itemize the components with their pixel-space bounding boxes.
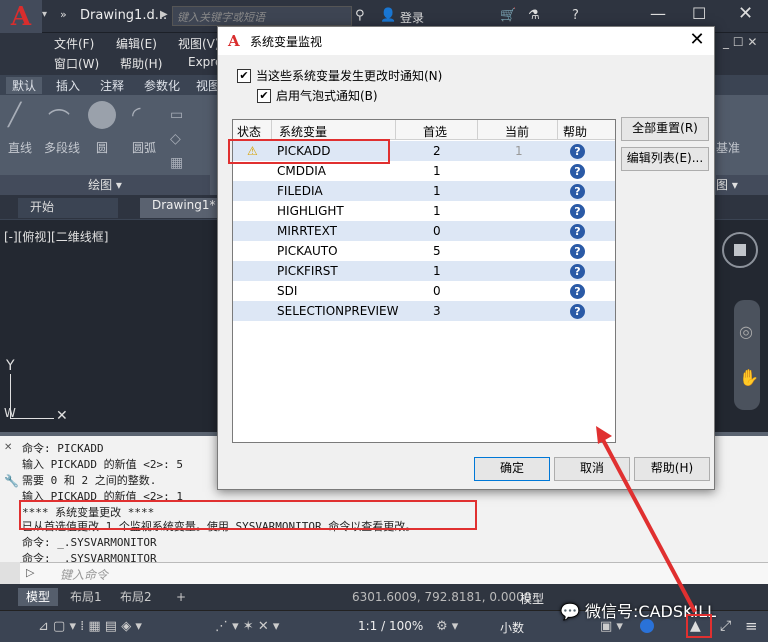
annotation-arrow: [596, 426, 697, 613]
arrow-shaft: [600, 437, 697, 613]
